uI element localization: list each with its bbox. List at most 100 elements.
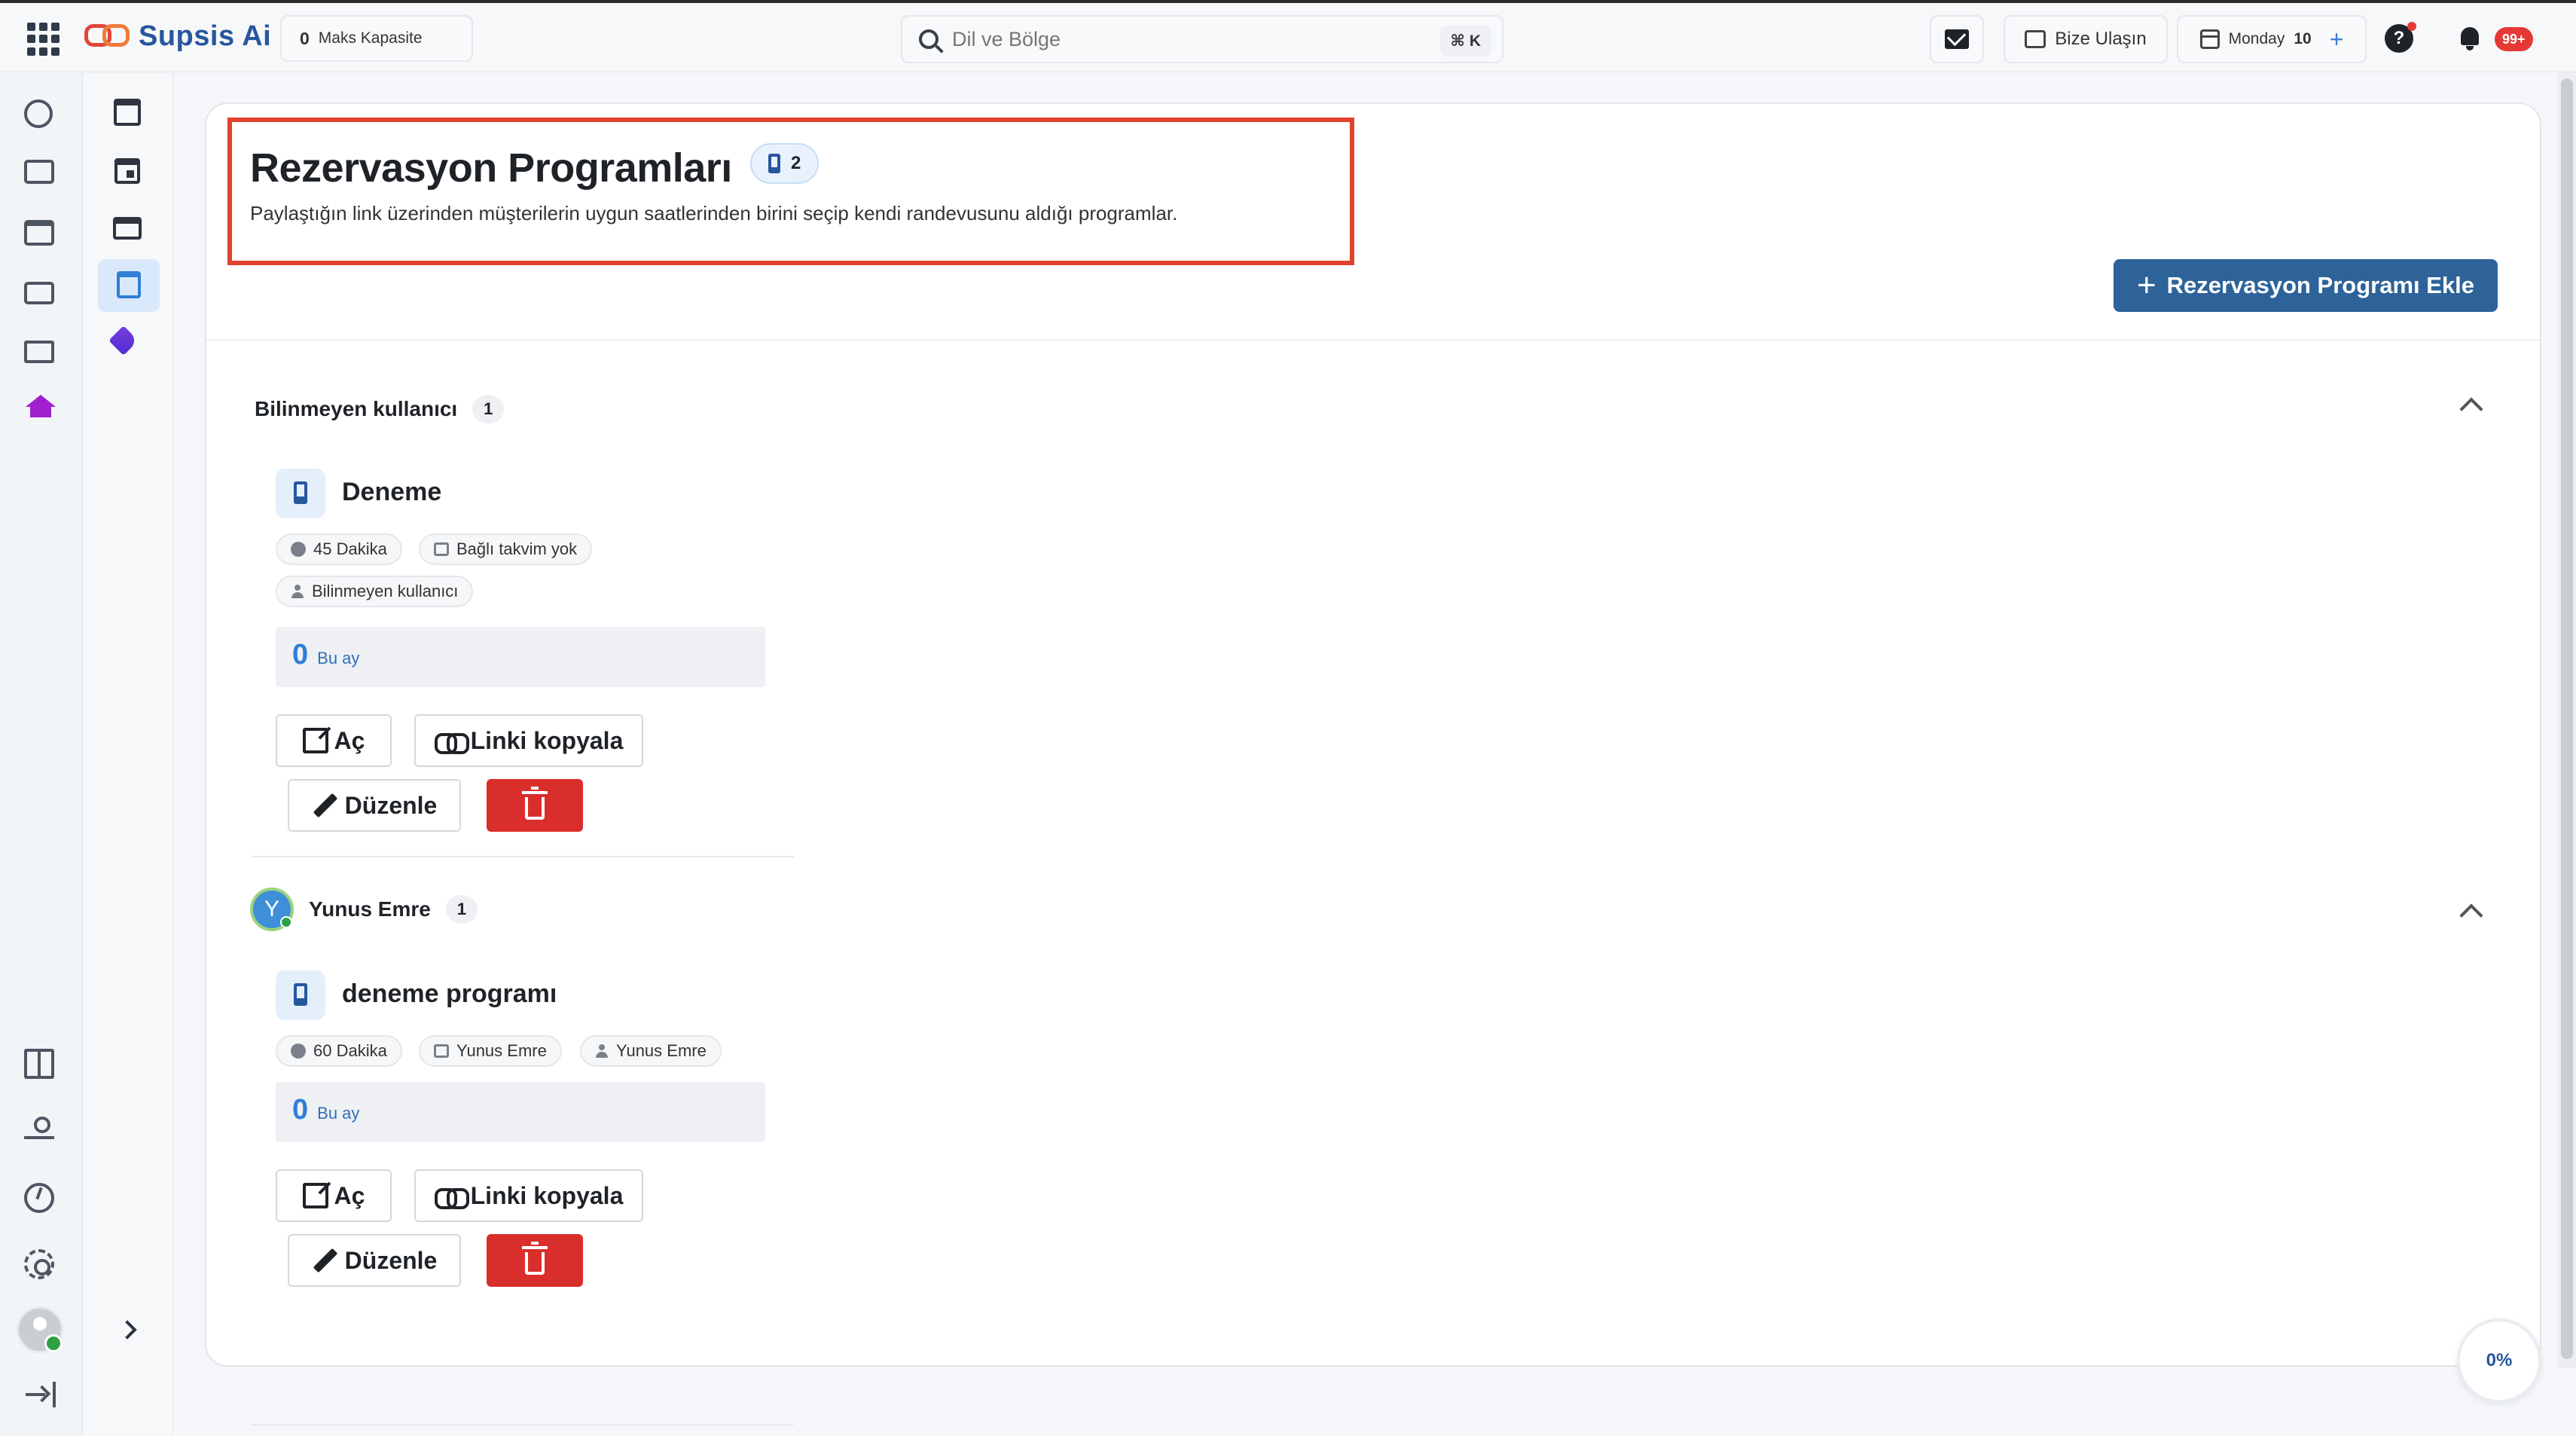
home-icon[interactable] [26, 395, 56, 417]
open-label: Aç [334, 1181, 365, 1209]
edit-button[interactable]: Düzenle [288, 779, 461, 832]
stat-label: Bu ay [317, 1104, 360, 1123]
open-label: Aç [334, 726, 365, 754]
copy-link-label: Linki kopyala [470, 726, 624, 754]
org-tree-icon[interactable] [24, 1117, 54, 1147]
delete-button[interactable] [487, 779, 583, 832]
group-count-badge: 1 [472, 395, 505, 423]
user-label: Bilinmeyen kullanıcı [312, 582, 459, 600]
inbox-icon[interactable] [24, 220, 54, 246]
mail-icon [1945, 29, 1969, 49]
table-icon [113, 217, 142, 240]
monthly-stat: 0 Bu ay [276, 1082, 765, 1142]
logout-icon[interactable] [26, 1382, 56, 1407]
notification-badge[interactable]: 99+ [2495, 27, 2533, 51]
top-bar: Supsis Ai 0 Maks Kapasite ⌘ K Bize Ulaşı… [0, 0, 2576, 72]
search-bar[interactable]: ⌘ K [901, 15, 1503, 63]
add-button-label: Rezervasyon Programı Ekle [2166, 272, 2475, 298]
booking-programs-nav-item[interactable] [98, 259, 160, 312]
timer-icon [291, 542, 306, 557]
contact-button[interactable]: Bize Ulaşın [2004, 15, 2168, 63]
program-phone-icon [276, 469, 325, 518]
search-input[interactable] [952, 27, 1404, 51]
copy-link-label: Linki kopyala [470, 1181, 624, 1209]
table-view-nav-item[interactable] [111, 212, 143, 244]
group-header[interactable]: Y Yunus Emre 1 [250, 888, 478, 931]
rocket-icon[interactable] [108, 325, 139, 356]
phone-icon [768, 154, 780, 173]
duration-chip: 60 Dakika [276, 1035, 402, 1067]
program-name: Deneme [342, 478, 442, 506]
panels-icon[interactable] [24, 1049, 54, 1079]
page-title: Rezervasyon Programları [250, 145, 732, 191]
group-separator [252, 1424, 794, 1425]
reports-pie-icon[interactable] [24, 1183, 54, 1213]
user-avatar[interactable] [17, 1306, 63, 1353]
divider [206, 339, 2540, 341]
help-icon[interactable]: ? [2385, 22, 2416, 53]
external-link-icon [302, 1183, 328, 1208]
collapse-chevron-icon[interactable] [2459, 903, 2483, 927]
onboarding-progress[interactable]: 0% [2457, 1318, 2541, 1403]
program-name: deneme programı [342, 979, 557, 1008]
user-icon [291, 585, 304, 598]
copy-link-button[interactable]: Linki kopyala [414, 1169, 643, 1222]
calendar-date: 10 [2294, 30, 2312, 47]
chat-icon [2025, 30, 2046, 48]
duration-chip: 45 Dakika [276, 533, 402, 565]
apps-grid-icon[interactable] [27, 23, 60, 56]
app-name: Supsis Ai [139, 20, 272, 52]
delete-button[interactable] [487, 1234, 583, 1287]
presentation-icon[interactable] [24, 341, 54, 363]
owner-avatar: Y [250, 888, 294, 931]
settings-gear-icon[interactable] [24, 1249, 54, 1279]
page-scrollbar[interactable] [2558, 72, 2576, 1368]
external-link-icon [302, 728, 328, 753]
edit-button[interactable]: Düzenle [288, 1234, 461, 1287]
link-icon [434, 733, 469, 754]
contact-label: Bize Ulaşın [2055, 29, 2147, 49]
open-button[interactable]: Aç [276, 1169, 392, 1222]
group-header[interactable]: Bilinmeyen kullanıcı 1 [255, 395, 505, 423]
add-event-icon[interactable]: + [2330, 26, 2344, 53]
calendar-chip: Bağlı takvim yok [419, 533, 593, 565]
capacity-indicator[interactable]: 0 Maks Kapasite [280, 15, 473, 62]
program-phone-icon [276, 970, 325, 1020]
group-owner-name: Yunus Emre [309, 897, 431, 921]
pencil-icon [313, 1248, 337, 1273]
program-count-badge: 2 [750, 143, 819, 184]
video-settings-icon[interactable] [24, 282, 54, 304]
plus-icon: + [2136, 267, 2156, 304]
calendar-icon [434, 1044, 449, 1058]
group-owner-name: Bilinmeyen kullanıcı [255, 397, 458, 420]
booking-calendar-icon [117, 271, 141, 298]
copy-link-button[interactable]: Linki kopyala [414, 714, 643, 767]
capacity-value: 0 [300, 28, 310, 48]
link-icon [434, 1188, 469, 1209]
calendar-button[interactable]: Monday 10 + [2177, 15, 2367, 63]
page-description: Paylaştığın link üzerinden müşterilerin … [250, 202, 1178, 225]
edit-label: Düzenle [344, 791, 438, 819]
calendar-nav-item[interactable] [111, 96, 143, 128]
app-logo[interactable]: Supsis Ai [84, 20, 271, 53]
trash-icon [522, 787, 548, 820]
bell-icon[interactable] [2458, 26, 2481, 51]
collapse-chevron-icon[interactable] [2459, 397, 2483, 421]
highlight-box [227, 118, 1354, 265]
stat-label: Bu ay [317, 649, 360, 668]
user-icon [595, 1044, 609, 1058]
mail-button[interactable] [1930, 15, 1984, 63]
search-shortcut: ⌘ K [1439, 26, 1491, 57]
calendar-event-nav-item[interactable] [111, 155, 143, 187]
pencil-icon [313, 793, 337, 818]
contact-card-icon[interactable] [24, 160, 54, 184]
trash-icon [522, 1242, 548, 1275]
chat-bubble-icon[interactable] [24, 99, 53, 128]
logo-icon [84, 20, 131, 53]
search-icon [919, 29, 939, 49]
secondary-sidebar [83, 72, 173, 1436]
calendar-icon [114, 99, 141, 126]
add-booking-program-button[interactable]: + Rezervasyon Programı Ekle [2114, 259, 2498, 312]
open-button[interactable]: Aç [276, 714, 392, 767]
calendar-label: Yunus Emre [456, 1041, 547, 1060]
